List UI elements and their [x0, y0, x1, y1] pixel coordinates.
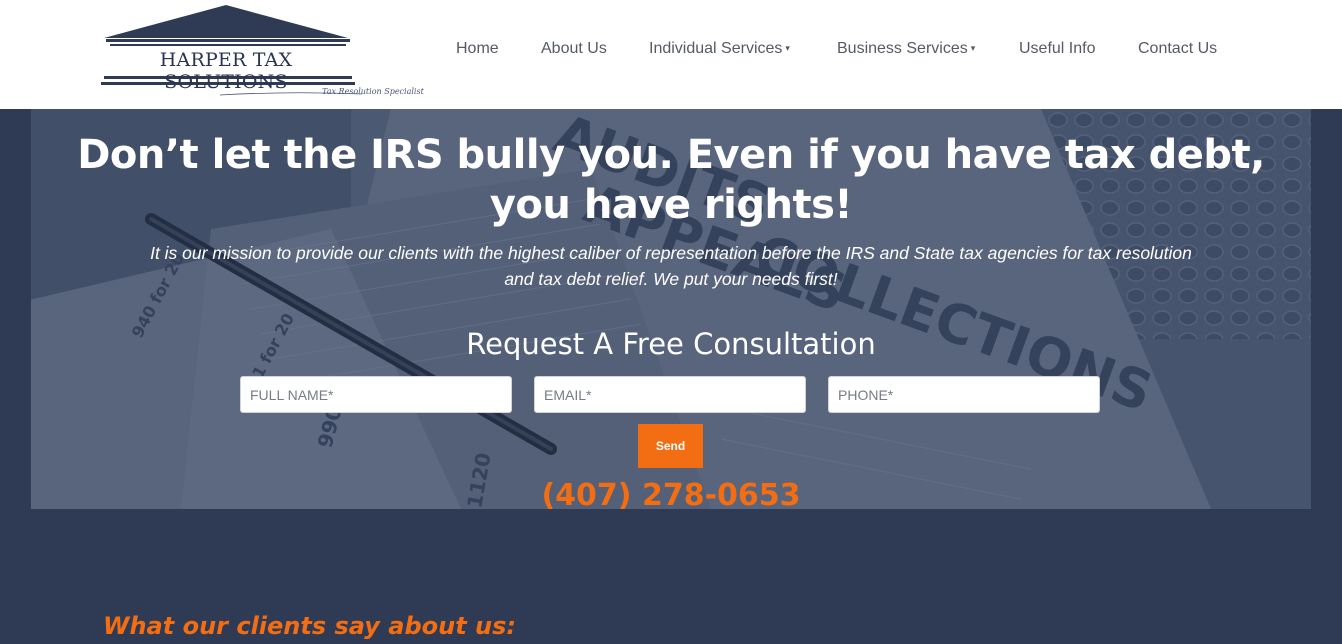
- nav-business-services-label: Business Services: [837, 40, 968, 57]
- nav-business-services[interactable]: Business Services ▾: [837, 40, 975, 58]
- nav-contact-us[interactable]: Contact Us: [1138, 40, 1217, 58]
- site-header: HARPER TAX SOLUTIONS Tax Resolution Spec…: [0, 0, 1342, 109]
- hero-headline-line1: Don’t let the IRS bully you. Even if you…: [77, 132, 1265, 178]
- logo-tagline: Tax Resolution Specialist: [322, 87, 424, 96]
- hero-headline-line2: you have rights!: [489, 182, 853, 228]
- nav-individual-services-label: Individual Services: [649, 40, 783, 57]
- consultation-form-title: Request A Free Consultation: [466, 327, 876, 361]
- nav-home[interactable]: Home: [456, 40, 499, 58]
- nav-useful-info[interactable]: Useful Info: [1019, 40, 1095, 58]
- phone-number-link[interactable]: (407) 278-0653: [0, 478, 1342, 513]
- hero-headline: Don’t let the IRS bully you. Even if you…: [0, 130, 1342, 230]
- full-name-input[interactable]: [240, 376, 512, 413]
- nav-useful-info-label: Useful Info: [1019, 40, 1096, 57]
- mission-line2: and tax debt relief. We put your needs f…: [504, 269, 838, 289]
- nav-individual-services[interactable]: Individual Services ▾: [649, 40, 790, 58]
- nav-about-us-label: About Us: [541, 40, 607, 57]
- nav-contact-us-label: Contact Us: [1138, 40, 1218, 57]
- send-button[interactable]: Send: [638, 424, 703, 468]
- testimonials-heading: What our clients say about us:: [103, 612, 516, 640]
- mission-statement: It is our mission to provide our clients…: [100, 240, 1242, 292]
- mission-line1: It is our mission to provide our clients…: [150, 243, 1192, 263]
- phone-input[interactable]: [828, 376, 1100, 413]
- nav-home-label: Home: [456, 40, 499, 57]
- email-input[interactable]: [534, 376, 806, 413]
- main-nav: Home About Us Individual Services ▾ Busin…: [0, 40, 1342, 62]
- chevron-down-icon: ▾: [785, 43, 790, 54]
- nav-about-us[interactable]: About Us: [541, 40, 607, 58]
- chevron-down-icon: ▾: [970, 43, 976, 54]
